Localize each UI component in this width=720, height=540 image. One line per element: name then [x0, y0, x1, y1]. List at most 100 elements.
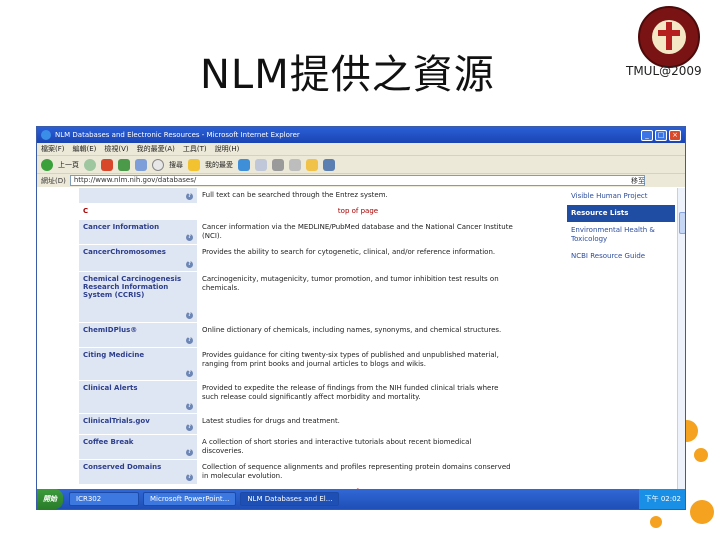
- database-description: A collection of short stories and intera…: [202, 438, 472, 455]
- back-arrow-icon[interactable]: [41, 158, 53, 171]
- media-icon[interactable]: [238, 158, 250, 171]
- database-name[interactable]: Chemical Carcinogenesis Research Informa…: [79, 272, 197, 322]
- help-icon[interactable]: ?: [186, 474, 193, 481]
- menu-tools[interactable]: 工具(T): [183, 144, 207, 154]
- table-row: ChemIDPlus®? Online dictionary of chemic…: [79, 323, 519, 348]
- close-button[interactable]: ×: [669, 129, 681, 141]
- university-logo: [638, 6, 700, 68]
- table-row: Coffee Break? A collection of short stor…: [79, 435, 519, 460]
- home-icon[interactable]: [135, 158, 147, 171]
- database-name[interactable]: Conserved Domains?: [79, 460, 197, 484]
- database-name[interactable]: ClinicalTrials.gov?: [79, 414, 197, 434]
- edit-icon[interactable]: [289, 158, 301, 171]
- help-icon[interactable]: ?: [186, 261, 193, 268]
- taskbar-item[interactable]: ICR302: [69, 492, 139, 506]
- database-description: Full text can be searched through the En…: [202, 191, 388, 199]
- database-name[interactable]: Cancer Information?: [79, 220, 197, 244]
- database-name: ?: [79, 188, 197, 203]
- decor-dot: [690, 500, 714, 524]
- sidebar-item-resource-lists[interactable]: Resource Lists: [567, 205, 675, 222]
- database-description: Online dictionary of chemicals, includin…: [202, 326, 502, 334]
- favorites-button-label[interactable]: 我的最愛: [205, 160, 233, 170]
- database-name[interactable]: Clinical Alerts?: [79, 381, 197, 413]
- help-icon[interactable]: ?: [186, 312, 193, 319]
- sidebar-item-ncbi-guide[interactable]: NCBI Resource Guide: [567, 248, 675, 265]
- menu-view[interactable]: 檢視(V): [104, 144, 128, 154]
- table-row: ClinicalTrials.gov? Latest studies for d…: [79, 414, 519, 435]
- maximize-button[interactable]: □: [655, 129, 667, 141]
- database-name[interactable]: ChemIDPlus®?: [79, 323, 197, 347]
- slide-title: NLM提供之資源: [200, 52, 495, 98]
- help-icon[interactable]: ?: [186, 403, 193, 410]
- database-name-link[interactable]: ChemIDPlus®: [83, 326, 137, 334]
- help-icon[interactable]: ?: [186, 193, 193, 200]
- database-description: Provides guidance for citing twenty-six …: [202, 351, 499, 368]
- stop-icon[interactable]: [101, 158, 113, 171]
- search-button-label[interactable]: 搜尋: [169, 160, 183, 170]
- help-icon[interactable]: ?: [186, 234, 193, 241]
- taskbar-item-active[interactable]: NLM Databases and El...: [240, 492, 340, 506]
- window-title: NLM Databases and Electronic Resources -…: [55, 131, 300, 139]
- sidebar-item-visible-human[interactable]: Visible Human Project: [567, 188, 675, 205]
- database-name[interactable]: Citing Medicine?: [79, 348, 197, 380]
- menu-edit[interactable]: 編輯(E): [73, 144, 97, 154]
- clock: 下午 02:02: [644, 495, 681, 503]
- database-table: ? Full text can be searched through the …: [79, 188, 519, 501]
- database-description: Provided to expedite the release of find…: [202, 384, 499, 401]
- database-name-link[interactable]: CancerChromosomes: [83, 248, 166, 256]
- help-icon[interactable]: ?: [186, 449, 193, 456]
- taskbar-item[interactable]: Microsoft PowerPoint...: [143, 492, 237, 506]
- toolbar: 上一頁 搜尋 我的最愛: [37, 155, 685, 173]
- favorites-star-icon[interactable]: [188, 158, 200, 171]
- database-name-link[interactable]: Citing Medicine: [83, 351, 144, 359]
- top-of-page-link[interactable]: top of page: [197, 204, 519, 219]
- print-icon[interactable]: [272, 158, 284, 171]
- database-name-link[interactable]: ClinicalTrials.gov: [83, 417, 150, 425]
- ie-icon: [41, 130, 51, 140]
- logo-cross-horizontal: [658, 30, 680, 36]
- watermark: TMUL@2009: [626, 64, 702, 78]
- table-row: Clinical Alerts? Provided to expedite th…: [79, 381, 519, 414]
- database-name-link[interactable]: Cancer Information: [83, 223, 159, 231]
- database-name[interactable]: CancerChromosomes?: [79, 245, 197, 271]
- search-icon[interactable]: [152, 158, 164, 171]
- forward-arrow-icon[interactable]: [84, 158, 96, 171]
- menu-bar: 檔案(F) 編輯(E) 檢視(V) 我的最愛(A) 工具(T) 說明(H): [37, 143, 685, 155]
- mail-icon[interactable]: [255, 158, 267, 171]
- database-description: Cancer information via the MEDLINE/PubMe…: [202, 223, 513, 240]
- menu-favorites[interactable]: 我的最愛(A): [137, 144, 175, 154]
- help-icon[interactable]: ?: [186, 337, 193, 344]
- help-icon[interactable]: ?: [186, 424, 193, 431]
- database-name-link[interactable]: Chemical Carcinogenesis Research Informa…: [83, 275, 181, 299]
- table-row: CancerChromosomes? Provides the ability …: [79, 245, 519, 272]
- refresh-icon[interactable]: [118, 158, 130, 171]
- table-row: Cancer Information? Cancer information v…: [79, 220, 519, 245]
- logo-cross-vertical: [666, 22, 672, 50]
- menu-file[interactable]: 檔案(F): [41, 144, 65, 154]
- address-input[interactable]: http://www.nlm.nih.gov/databases/: [69, 175, 645, 186]
- messenger-icon[interactable]: [323, 158, 335, 171]
- database-name-link[interactable]: Clinical Alerts: [83, 384, 138, 392]
- window-titlebar: NLM Databases and Electronic Resources -…: [37, 127, 685, 143]
- database-description: Collection of sequence alignments and pr…: [202, 463, 511, 480]
- taskbar: 開始 ICR302 Microsoft PowerPoint... NLM Da…: [37, 489, 685, 509]
- section-letter: C: [79, 204, 197, 219]
- table-row: Citing Medicine? Provides guidance for c…: [79, 348, 519, 381]
- vertical-scrollbar[interactable]: [677, 188, 685, 491]
- minimize-button[interactable]: _: [641, 129, 653, 141]
- sidebar-item-environmental-health[interactable]: Environmental Health & Toxicology: [567, 222, 675, 248]
- back-button-label[interactable]: 上一頁: [58, 160, 79, 170]
- table-row: Chemical Carcinogenesis Research Informa…: [79, 272, 519, 323]
- menu-help[interactable]: 說明(H): [215, 144, 240, 154]
- start-button[interactable]: 開始: [37, 489, 63, 509]
- go-button[interactable]: 移至: [631, 176, 645, 186]
- database-name-link[interactable]: Coffee Break: [83, 438, 133, 446]
- help-icon[interactable]: ?: [186, 370, 193, 377]
- folder-icon[interactable]: [306, 158, 318, 171]
- system-tray: 下午 02:02: [638, 489, 685, 509]
- scroll-thumb[interactable]: [679, 212, 685, 234]
- address-bar: 網址(D) http://www.nlm.nih.gov/databases/ …: [37, 173, 685, 187]
- database-name-link[interactable]: Conserved Domains: [83, 463, 161, 471]
- address-label: 網址(D): [41, 176, 66, 185]
- database-name[interactable]: Coffee Break?: [79, 435, 197, 459]
